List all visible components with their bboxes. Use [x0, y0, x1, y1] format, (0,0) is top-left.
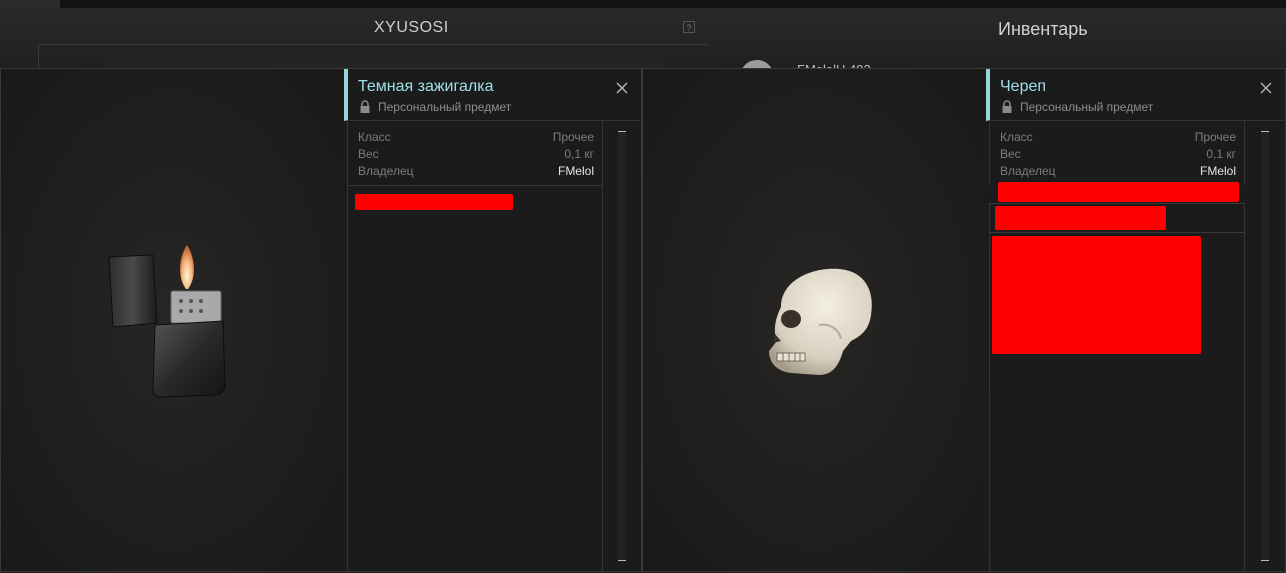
item-info-panel: Темная зажигалка Персональный предмет Кл…	[344, 69, 641, 571]
scroll-cap-bottom	[618, 560, 626, 561]
prop-class-label: Класс	[358, 130, 391, 144]
prop-class: Класс Прочее	[358, 130, 594, 146]
prop-owner: Владелец FMelol	[1000, 164, 1236, 180]
item-info-panel: Череп Персональный предмет Класс Прочее …	[986, 69, 1285, 571]
prop-weight-label: Вес	[358, 147, 379, 161]
prop-owner-label: Владелец	[1000, 164, 1056, 178]
lock-icon	[360, 100, 370, 113]
item-name: Темная зажигалка	[358, 78, 494, 95]
prop-class-value: Прочее	[1194, 130, 1236, 144]
item-header: Череп Персональный предмет	[986, 69, 1285, 121]
lighter-icon	[108, 245, 226, 398]
close-icon[interactable]	[615, 81, 629, 95]
item-subtitle: Персональный предмет	[1020, 100, 1154, 114]
item-properties: Класс Прочее Вес 0,1 кг Владелец FMelol	[347, 121, 603, 185]
divider	[989, 203, 1245, 204]
prop-weight: Вес 0,1 кг	[358, 147, 594, 163]
background-left-title: XYUSOSI	[374, 19, 449, 36]
prop-class: Класс Прочее	[1000, 130, 1236, 146]
prop-weight-value: 0,1 кг	[564, 147, 594, 161]
item-header: Темная зажигалка Персональный предмет	[344, 69, 641, 121]
redacted-block	[992, 236, 1201, 354]
lock-icon	[1002, 100, 1012, 113]
redacted-block	[998, 182, 1239, 202]
help-icon[interactable]: ?	[683, 21, 695, 33]
item-tooltip-skull: Череп Персональный предмет Класс Прочее …	[642, 68, 1286, 572]
prop-weight-label: Вес	[1000, 147, 1021, 161]
divider	[989, 232, 1245, 233]
item-image-area	[643, 69, 985, 571]
scrollbar[interactable]	[1261, 131, 1269, 561]
inventory-title: Инвентарь	[998, 19, 1088, 39]
background-topbar	[60, 0, 1286, 8]
item-description	[347, 185, 603, 571]
redacted-block	[355, 194, 513, 210]
prop-owner-value: FMelol	[1199, 164, 1236, 178]
prop-owner-value: FMelol	[557, 164, 594, 178]
redacted-block	[995, 206, 1166, 230]
scroll-cap-top	[1261, 131, 1269, 132]
scroll-cap-top	[618, 131, 626, 132]
scroll-cap-bottom	[1261, 560, 1269, 561]
prop-class-value: Прочее	[552, 130, 594, 144]
prop-weight-value: 0,1 кг	[1206, 147, 1236, 161]
scrollbar[interactable]	[618, 131, 626, 561]
prop-weight: Вес 0,1 кг	[1000, 147, 1236, 163]
item-name: Череп	[1000, 78, 1047, 95]
close-icon[interactable]	[1259, 81, 1273, 95]
prop-owner: Владелец FMelol	[358, 164, 594, 180]
item-properties: Класс Прочее Вес 0,1 кг Владелец FMelol	[989, 121, 1245, 185]
prop-class-label: Класс	[1000, 130, 1033, 144]
item-tooltip-lighter: Темная зажигалка Персональный предмет Кл…	[0, 68, 642, 572]
prop-owner-label: Владелец	[358, 164, 414, 178]
skull-icon	[769, 268, 872, 375]
item-image-area	[1, 69, 343, 571]
item-subtitle: Персональный предмет	[378, 100, 512, 114]
